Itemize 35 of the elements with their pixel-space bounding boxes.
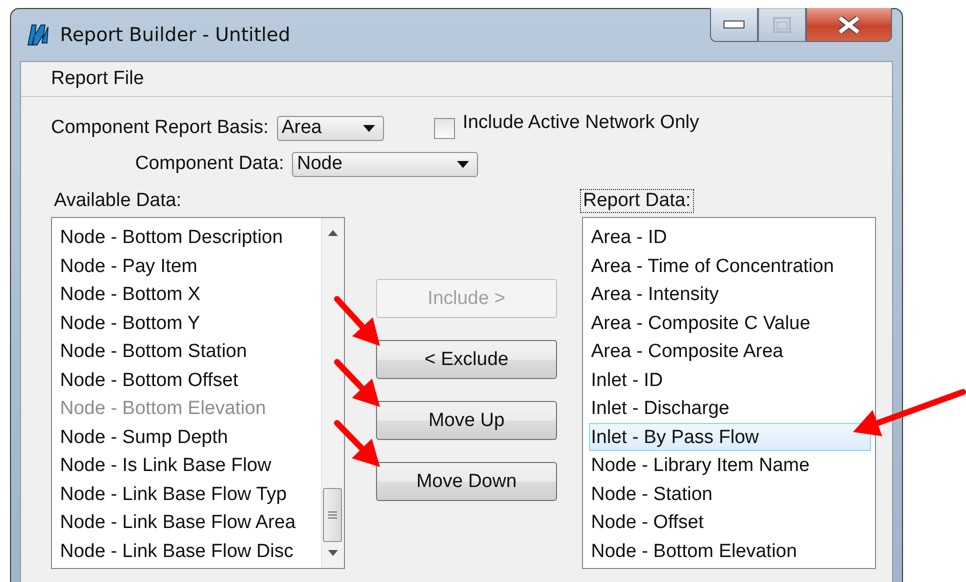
action-button[interactable]: Move Down: [376, 462, 557, 501]
basis-dropdown[interactable]: Area: [276, 116, 384, 140]
list-item[interactable]: Node - Bottom Station: [58, 337, 317, 366]
window-title: Report Builder - Untitled: [60, 24, 290, 46]
list-item[interactable]: Node - Link Base Flow Area: [58, 508, 317, 536]
list-item[interactable]: Node - Bottom Elevation: [589, 536, 871, 565]
list-item[interactable]: Node - Pay Item: [58, 252, 317, 280]
list-item[interactable]: Node - Station: [589, 480, 871, 508]
list-item[interactable]: Node - Is Link Base Flow: [58, 451, 317, 480]
list-item[interactable]: Node - Bottom Y: [58, 308, 317, 337]
list-item[interactable]: Inlet - Discharge: [589, 394, 871, 422]
list-item[interactable]: Area - Composite Area: [589, 337, 871, 366]
list-item[interactable]: Node - Link Base Flow Disc: [58, 536, 317, 565]
list-item[interactable]: Node - Bottom Description: [58, 223, 317, 252]
checkbox-label: Include Active Network Only: [462, 112, 700, 134]
action-button[interactable]: < Exclude: [376, 340, 557, 379]
list-item[interactable]: Node - Bottom X: [58, 280, 317, 308]
list-item[interactable]: Area - Intensity: [589, 280, 871, 308]
list-item[interactable]: Area - Composite C Value: [589, 308, 871, 337]
list-item[interactable]: Area - Time of Concentration: [589, 252, 871, 280]
list-item[interactable]: Inlet - ID: [589, 366, 871, 394]
list-label: Available Data:: [53, 189, 182, 213]
list-item[interactable]: Node - Offset: [589, 508, 871, 536]
list-item[interactable]: Node - Sump Depth: [58, 422, 317, 451]
action-button[interactable]: Move Up: [376, 401, 557, 440]
component-data-dropdown[interactable]: Node: [292, 152, 478, 176]
list-item[interactable]: Node - Library Item Name: [589, 451, 871, 480]
list-item[interactable]: Inlet - By Pass Flow: [589, 422, 871, 451]
menu-item[interactable]: Report File: [51, 68, 144, 90]
list-label: Report Data:: [580, 189, 694, 213]
list-item[interactable]: Node - Link Base Flow Typ: [58, 480, 317, 508]
list-item[interactable]: Area - ID: [589, 223, 871, 252]
list-item[interactable]: Node - Bottom Offset: [58, 366, 317, 394]
field-label: Component Report Basis:: [51, 117, 269, 139]
field-label: Component Data:: [134, 153, 284, 175]
